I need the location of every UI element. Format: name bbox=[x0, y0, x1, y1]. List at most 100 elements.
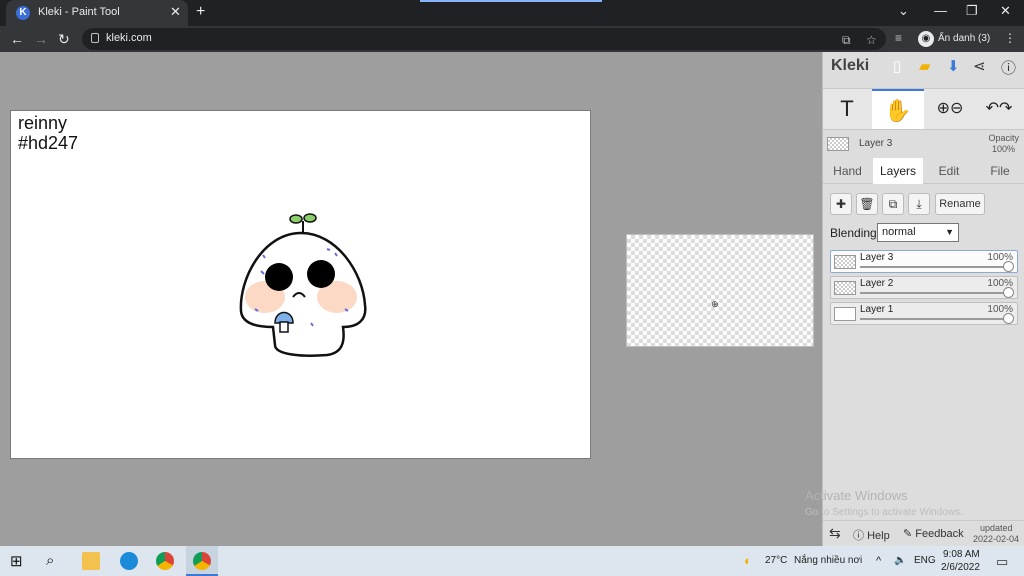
layer-thumbnail bbox=[834, 307, 856, 321]
layer-opacity-track[interactable] bbox=[860, 318, 1008, 320]
clock-date[interactable]: 2/6/2022 bbox=[941, 562, 980, 573]
feedback-button[interactable]: ✎ Feedback bbox=[903, 527, 964, 540]
weather-description[interactable]: Nắng nhiều nơi bbox=[794, 555, 862, 566]
open-folder-icon[interactable]: ▰ bbox=[919, 57, 931, 75]
tab-strip-indicator bbox=[420, 0, 602, 2]
layer-preview-overlay[interactable]: ⊕ bbox=[626, 234, 814, 347]
merge-layer-button[interactable]: ⤓ bbox=[908, 193, 930, 215]
share-icon[interactable]: ⋖ bbox=[973, 57, 986, 75]
kleki-logo: Kleki bbox=[831, 57, 870, 74]
new-image-icon[interactable]: ▯ bbox=[893, 57, 901, 75]
layer-opacity-knob[interactable] bbox=[1003, 287, 1014, 298]
windows-taskbar: ⊞ ⌕ ◐ 27°C Nắng nhiều nơi ^ 🔈 ENG 9:08 A… bbox=[0, 546, 1024, 576]
feedback-label: Feedback bbox=[915, 528, 964, 540]
canvas-text-line-1: reinny bbox=[18, 113, 68, 133]
layer-name: Layer 2 bbox=[860, 278, 894, 289]
layer-item-3[interactable]: Layer 3 100% bbox=[830, 250, 1018, 273]
edge-icon[interactable] bbox=[120, 552, 138, 570]
back-icon[interactable]: ← bbox=[10, 31, 24, 47]
maximize-icon[interactable]: ❐ bbox=[966, 3, 978, 19]
help-circle-icon: ⓘ bbox=[853, 530, 864, 542]
updated-label: updated bbox=[980, 523, 1013, 533]
opacity-value: 100% bbox=[991, 144, 1015, 154]
volume-icon[interactable]: 🔈 bbox=[894, 555, 906, 566]
weather-temp[interactable]: 27°C bbox=[765, 555, 787, 566]
tab-close-icon[interactable]: ✕ bbox=[170, 4, 181, 20]
language-indicator[interactable]: ENG bbox=[914, 555, 936, 566]
cursor-icon: ⊕ bbox=[711, 299, 719, 309]
lock-icon bbox=[91, 33, 99, 43]
panel-tabs: Hand Layers Edit File bbox=[823, 158, 1024, 184]
help-icon[interactable]: ⓘ bbox=[1001, 57, 1016, 78]
feedback-icon: ✎ bbox=[903, 528, 913, 540]
tab-hand[interactable]: Hand bbox=[823, 158, 872, 184]
opacity-label: Opacity bbox=[988, 133, 1019, 143]
download-icon[interactable]: ⬇ bbox=[947, 57, 960, 75]
layer-item-1[interactable]: Layer 1 100% bbox=[830, 302, 1018, 325]
current-layer-row: Layer 3 Opacity 100% bbox=[823, 132, 1024, 158]
duplicate-layer-button[interactable]: ⧉ bbox=[882, 193, 904, 215]
mushroom-drawing bbox=[239, 213, 367, 357]
reload-icon[interactable]: ↻ bbox=[58, 31, 70, 48]
delete-layer-button[interactable]: 🗑 bbox=[856, 193, 878, 215]
chevron-down-icon: ▼ bbox=[945, 227, 954, 237]
current-layer-name: Layer 3 bbox=[859, 138, 893, 149]
blending-label: Blending bbox=[830, 226, 877, 240]
drawing-canvas[interactable]: reinny #hd247 bbox=[10, 110, 591, 459]
chrome-active-app[interactable] bbox=[186, 546, 218, 576]
rename-button[interactable]: Rename bbox=[935, 193, 985, 215]
notification-icon[interactable]: ▭ bbox=[996, 554, 1008, 570]
layer-thumbnail bbox=[834, 281, 856, 295]
tab-search-icon[interactable]: ⌄ bbox=[898, 3, 909, 19]
clock-time[interactable]: 9:08 AM bbox=[943, 549, 980, 560]
help-label: Help bbox=[867, 530, 890, 542]
incognito-profile-button[interactable]: ◉ Ẩn danh (3) bbox=[916, 29, 992, 49]
canvas-text-line-2: #hd247 bbox=[18, 133, 79, 153]
tool-bar: T ✋ ⊕⊖ ↶↷ bbox=[823, 88, 1024, 130]
zoom-icon[interactable]: ⊕⊖ bbox=[927, 89, 973, 129]
layer-name: Layer 1 bbox=[860, 304, 894, 315]
browser-tab[interactable]: K Kleki - Paint Tool ✕ bbox=[6, 0, 188, 26]
chrome-incognito-icon bbox=[193, 552, 211, 570]
add-layer-button[interactable]: ✚ bbox=[830, 193, 852, 215]
hand-tool-icon[interactable]: ✋ bbox=[872, 89, 924, 129]
drawing-workspace[interactable]: reinny #hd247 ⊕ bbox=[0, 52, 822, 546]
bookmark-star-icon[interactable]: ☆ bbox=[866, 33, 877, 47]
tab-title: Kleki - Paint Tool bbox=[38, 6, 120, 18]
window-close-icon[interactable]: ✕ bbox=[1000, 3, 1011, 19]
tab-layers[interactable]: Layers bbox=[873, 158, 923, 184]
tool-panel: Kleki ▯ ▰ ⬇ ⋖ ⓘ T ✋ ⊕⊖ ↶↷ Layer 3 Opacit… bbox=[805, 52, 1024, 546]
tab-edit[interactable]: Edit bbox=[924, 158, 974, 184]
translate-icon[interactable]: ⧉ bbox=[842, 33, 851, 48]
browser-menu-icon[interactable]: ⋮ bbox=[1004, 31, 1016, 45]
minimize-icon[interactable]: — bbox=[934, 3, 947, 18]
help-button[interactable]: ⓘ Help bbox=[853, 527, 890, 543]
layer-item-2[interactable]: Layer 2 100% bbox=[830, 276, 1018, 299]
url-text: kleki.com bbox=[106, 32, 152, 44]
browser-toolbar: ← → ↻ kleki.com ⧉ ☆ ≡ ◉ Ẩn danh (3) ⋮ bbox=[0, 26, 1024, 52]
browser-tab-bar: K Kleki - Paint Tool ✕ + ⌄ — ❐ ✕ bbox=[0, 0, 1024, 26]
incognito-icon: ◉ bbox=[918, 31, 934, 47]
windows-start-icon[interactable]: ⊞ bbox=[10, 552, 23, 570]
undo-redo-icon[interactable]: ↶↷ bbox=[975, 89, 1023, 129]
address-bar[interactable]: kleki.com ⧉ ☆ bbox=[82, 28, 886, 50]
forward-icon[interactable]: → bbox=[34, 31, 48, 47]
reading-list-icon[interactable]: ≡ bbox=[895, 31, 902, 45]
layer-opacity-track[interactable] bbox=[860, 266, 1008, 268]
blending-select[interactable]: normal ▼ bbox=[877, 223, 959, 242]
chrome-icon[interactable] bbox=[156, 552, 174, 570]
layer-name: Layer 3 bbox=[860, 252, 894, 263]
layer-opacity-track[interactable] bbox=[860, 292, 1008, 294]
swap-side-icon[interactable]: ⇆ bbox=[829, 525, 841, 542]
activate-windows-subtitle: Go to Settings to activate Windows. bbox=[805, 507, 963, 518]
updated-date[interactable]: 2022-02-04 bbox=[973, 534, 1019, 544]
new-tab-icon[interactable]: + bbox=[196, 3, 205, 21]
tray-chevron-icon[interactable]: ^ bbox=[876, 555, 881, 567]
layer-opacity-knob[interactable] bbox=[1003, 261, 1014, 272]
text-tool-icon[interactable]: T bbox=[823, 89, 871, 129]
tab-file[interactable]: File bbox=[975, 158, 1024, 184]
layer-opacity-knob[interactable] bbox=[1003, 313, 1014, 324]
search-icon[interactable]: ⌕ bbox=[46, 552, 54, 569]
weather-icon[interactable]: ◐ bbox=[744, 553, 752, 568]
file-explorer-icon[interactable] bbox=[82, 552, 100, 570]
